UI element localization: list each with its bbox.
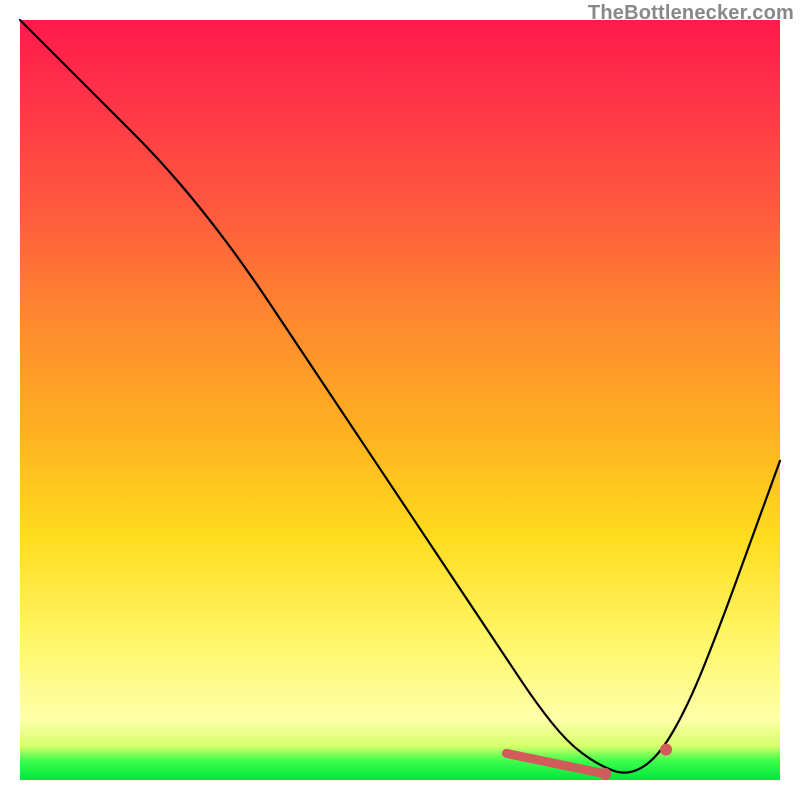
curve-layer: [20, 20, 780, 780]
attribution-label: TheBottlenecker.com: [588, 2, 794, 25]
bottleneck-curve: [20, 20, 780, 773]
chart-container: TheBottlenecker.com: [0, 0, 800, 800]
highlight-segment-end-dot: [599, 768, 611, 780]
plot-area: [20, 20, 780, 780]
highlight-segment: [506, 753, 605, 774]
highlight-loose-dot: [660, 744, 672, 756]
